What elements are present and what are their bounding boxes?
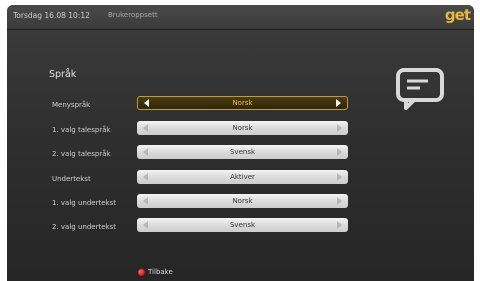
audio-language-2-value: Svensk [229,148,256,156]
get-logo: get [444,6,471,24]
label-audio-language-1: 1. valg talespråk [52,126,111,134]
subtitle-language-2-value: Svensk [229,221,256,229]
label-menu-language: Menyspråk [52,101,91,109]
speech-bubble-icon [396,68,444,110]
menu-language-selector[interactable]: Norsk [137,96,348,110]
label-subtitle-language-2: 2. valg undertekst [52,223,116,231]
status-bar: Torsdag 16.08 10:12 Brukeroppsett get [7,5,474,30]
arrow-right-icon[interactable] [336,99,341,107]
subtitles-selector[interactable]: Aktiver [137,170,348,184]
label-subtitles: Undertekst [52,175,91,183]
arrow-right-icon[interactable] [337,173,342,181]
arrow-right-icon[interactable] [337,221,342,229]
arrow-right-icon[interactable] [337,197,342,205]
section-title: Språk [49,69,77,80]
audio-language-1-value: Norsk [232,124,253,132]
arrow-right-icon[interactable] [337,124,342,132]
subtitles-value: Aktiver [230,173,255,181]
subtitle-language-1-value: Norsk [232,197,253,205]
subtitle-language-2-selector[interactable]: Svensk [137,218,348,232]
audio-language-1-selector[interactable]: Norsk [137,121,348,135]
subtitle-language-1-selector[interactable]: Norsk [137,194,348,208]
back-label: Tilbake [148,268,173,276]
label-subtitle-language-1: 1. valg undertekst [52,199,116,207]
arrow-right-icon[interactable] [337,148,342,156]
audio-language-2-selector[interactable]: Svensk [137,145,348,159]
datetime: Torsdag 16.08 10:12 [13,11,90,20]
breadcrumb: Brukeroppsett [108,11,158,19]
menu-language-value: Norsk [232,99,253,107]
settings-screen: Torsdag 16.08 10:12 Brukeroppsett get Sp… [7,5,474,281]
label-audio-language-2: 2. valg talespråk [52,150,111,158]
red-button-icon[interactable] [138,269,145,276]
